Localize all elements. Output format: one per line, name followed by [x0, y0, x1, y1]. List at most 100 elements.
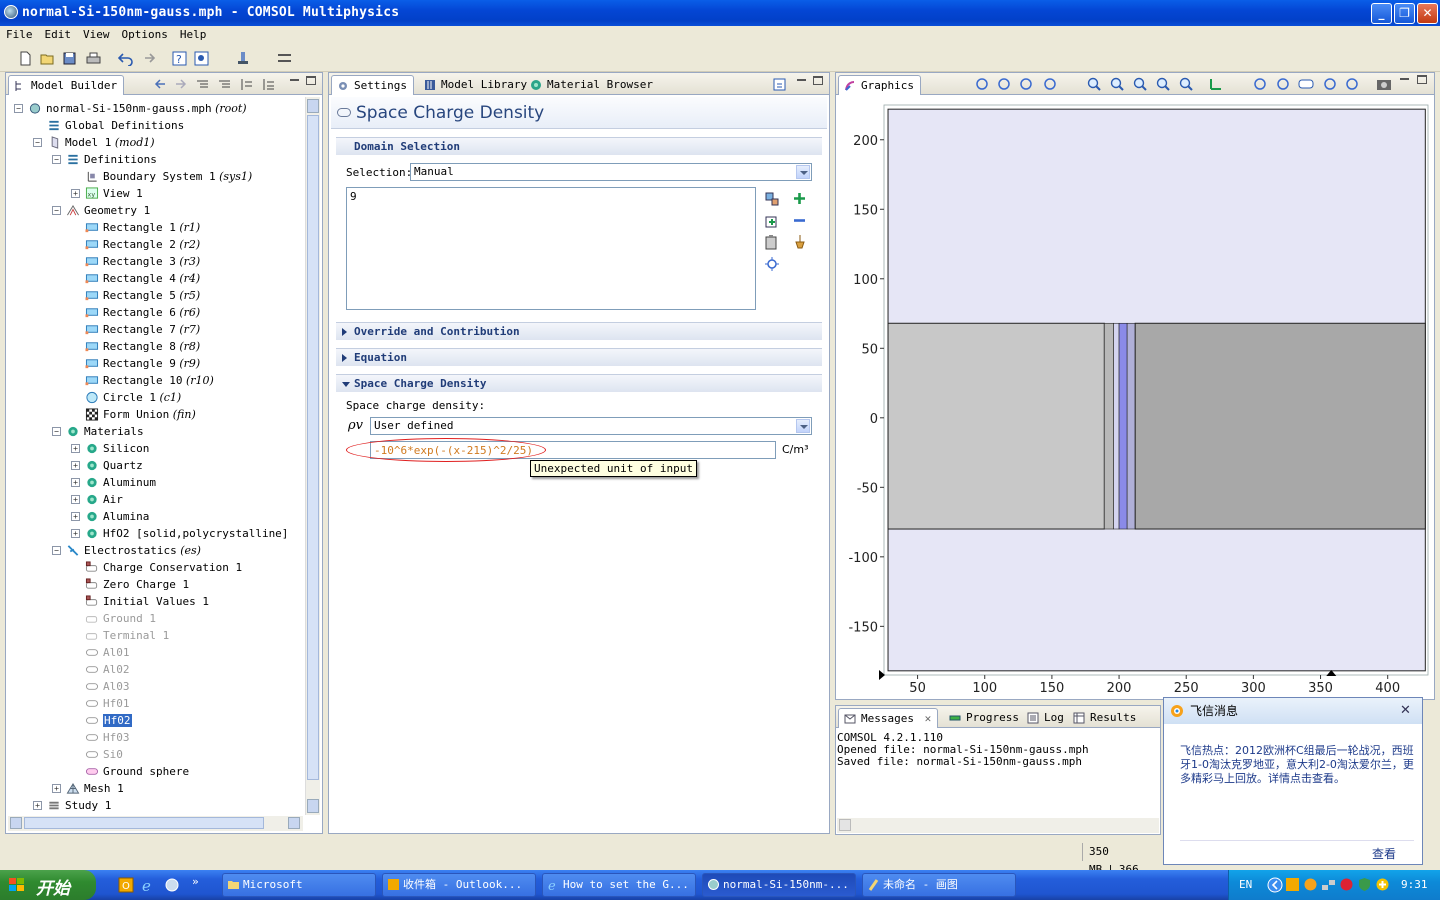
minimize-view-icon[interactable] [290, 79, 299, 81]
context-help-icon[interactable] [194, 51, 209, 66]
active-selection-icon[interactable] [764, 191, 780, 207]
selection-combo[interactable]: Manual [410, 163, 812, 181]
graphics-canvas[interactable]: 50 100 150 200 250 300 350 400 200 150 100 50 0 -50 -1… [837, 96, 1433, 698]
tree-item[interactable]: Ground 1 [8, 610, 308, 627]
task-outlook[interactable]: 收件箱 - Outlook... [382, 873, 536, 897]
zoom-in-icon[interactable] [1086, 76, 1102, 92]
tree-item[interactable]: + Aluminum [8, 474, 308, 491]
expand-toggle-icon[interactable]: + [33, 801, 42, 810]
restore-button[interactable]: ❐ [1394, 3, 1415, 24]
collapse-toggle-icon[interactable]: − [33, 138, 42, 147]
tree-item[interactable]: Initial Values 1 [8, 593, 308, 610]
layout-icon[interactable] [277, 51, 292, 66]
space-charge-type-combo[interactable]: User defined [370, 417, 812, 435]
forward-arrow-icon[interactable] [174, 78, 187, 91]
tree-horizontal-scrollbar[interactable] [8, 816, 303, 831]
open-folder-icon[interactable] [40, 51, 55, 66]
maximize-view-icon[interactable] [306, 76, 316, 85]
tree-item[interactable]: Si0 [8, 746, 308, 763]
paste-selection-icon[interactable] [764, 234, 780, 250]
tree-item[interactable]: Rectangle 7 (r7) [8, 321, 308, 338]
task-paint[interactable]: 未命名 - 画图 [862, 873, 1016, 897]
tree-item[interactable]: − Geometry 1 [8, 202, 308, 219]
expand-toggle-icon[interactable]: + [71, 478, 80, 487]
expand-toggle-icon[interactable]: + [71, 495, 80, 504]
domain-list[interactable]: 9 [346, 187, 756, 310]
tray-fetion-icon[interactable] [1303, 877, 1318, 892]
tree-item[interactable]: + Quartz [8, 457, 308, 474]
scroll-up-arrow[interactable] [307, 99, 319, 113]
tree-item[interactable]: − normal-Si-150nm-gauss.mph (root) [8, 100, 308, 117]
close-button[interactable]: ✕ [1417, 3, 1438, 24]
tree-item[interactable]: Zero Charge 1 [8, 576, 308, 593]
tree-item[interactable]: Rectangle 2 (r2) [8, 236, 308, 253]
tree-item[interactable]: Rectangle 6 (r6) [8, 304, 308, 321]
clear-selection-icon[interactable] [792, 234, 807, 249]
tree-item[interactable]: + Study 1 [8, 797, 308, 814]
tree-item[interactable]: − Electrostatics (es) [8, 542, 308, 559]
tab-messages[interactable]: Messages ✕ [838, 708, 939, 728]
tray-arrow-icon[interactable] [1267, 877, 1283, 893]
zoom-selected-icon[interactable] [1155, 76, 1171, 92]
tree-item[interactable]: Rectangle 3 (r3) [8, 253, 308, 270]
tree-item[interactable]: Rectangle 10 (r10) [8, 372, 308, 389]
axis-orientation-icon[interactable] [1208, 76, 1224, 92]
show-icon[interactable] [218, 78, 231, 91]
gate-layer[interactable] [1126, 322, 1136, 530]
tree-item[interactable]: Hf03 [8, 729, 308, 746]
help-view-icon[interactable] [773, 78, 786, 91]
tree-item[interactable]: Charge Conservation 1 [8, 559, 308, 576]
tree-item[interactable]: Global Definitions [8, 117, 308, 134]
graphics-maximize-icon[interactable] [1417, 75, 1427, 84]
help-icon[interactable]: ? [172, 51, 187, 66]
tree-item[interactable]: Terminal 1 [8, 627, 308, 644]
interface-layer[interactable] [1113, 322, 1120, 530]
rotate-icon[interactable] [1018, 76, 1034, 92]
tree-item[interactable]: Circle 1 (c1) [8, 389, 308, 406]
tab-log[interactable]: Log [1022, 708, 1070, 728]
scroll-thumb[interactable] [307, 115, 319, 780]
section-override-contribution[interactable]: Override and Contribution [336, 322, 822, 340]
zoom-to-selection-icon[interactable] [764, 256, 780, 272]
select-icon[interactable] [974, 76, 990, 92]
collapse-toggle-icon[interactable]: − [52, 206, 61, 215]
add-to-selection-icon[interactable] [792, 191, 807, 206]
tab-progress[interactable]: Progress [944, 708, 1025, 728]
collapse-toggle-icon[interactable]: − [14, 104, 23, 113]
tree-item[interactable]: Al01 [8, 644, 308, 661]
undo-icon[interactable] [118, 51, 133, 66]
menu-help[interactable]: Help [174, 26, 213, 43]
camera-mode-icon[interactable] [1042, 76, 1058, 92]
remove-from-selection-icon[interactable] [792, 213, 807, 228]
popup-view-link[interactable]: 查看 [1372, 845, 1396, 862]
menu-options[interactable]: Options [116, 26, 174, 43]
tree-item[interactable]: + HfO2 [solid,polycrystalline] [8, 525, 308, 542]
tray-outlook-icon[interactable] [1285, 877, 1300, 892]
scroll-h-thumb[interactable] [24, 817, 264, 829]
expand-toggle-icon[interactable]: + [71, 189, 80, 198]
section-space-charge-density[interactable]: Space Charge Density [336, 374, 822, 392]
tree-item[interactable]: Hf01 [8, 695, 308, 712]
tree-item[interactable]: Rectangle 9 (r9) [8, 355, 308, 372]
expand-toggle-icon[interactable]: + [52, 784, 61, 793]
quartz-domain[interactable] [1134, 322, 1426, 530]
settings-maximize-icon[interactable] [813, 76, 823, 85]
domain-list-item[interactable]: 9 [350, 190, 357, 203]
tree-item[interactable]: + Mesh 1 [8, 780, 308, 797]
collapse-toggle-icon[interactable]: − [52, 546, 61, 555]
section-domain-selection[interactable]: Domain Selection [336, 137, 822, 155]
scroll-left-arrow[interactable] [10, 817, 22, 829]
new-file-icon[interactable] [18, 51, 33, 66]
expand-toggle-icon[interactable]: + [71, 529, 80, 538]
expand-all-icon[interactable] [262, 78, 275, 91]
hfo2-layer[interactable] [1118, 322, 1128, 530]
app-quicklaunch-icon[interactable] [164, 877, 180, 893]
silicon-domain[interactable] [887, 322, 1105, 530]
select-objects-icon[interactable] [1275, 76, 1291, 92]
expand-toggle-icon[interactable]: + [71, 512, 80, 521]
scroll-right-arrow[interactable] [288, 817, 300, 829]
scroll-down-arrow[interactable] [307, 799, 319, 813]
tree-item[interactable]: − Materials [8, 423, 308, 440]
tree-item[interactable]: Al03 [8, 678, 308, 695]
close-tab-icon[interactable]: ✕ [925, 712, 932, 725]
